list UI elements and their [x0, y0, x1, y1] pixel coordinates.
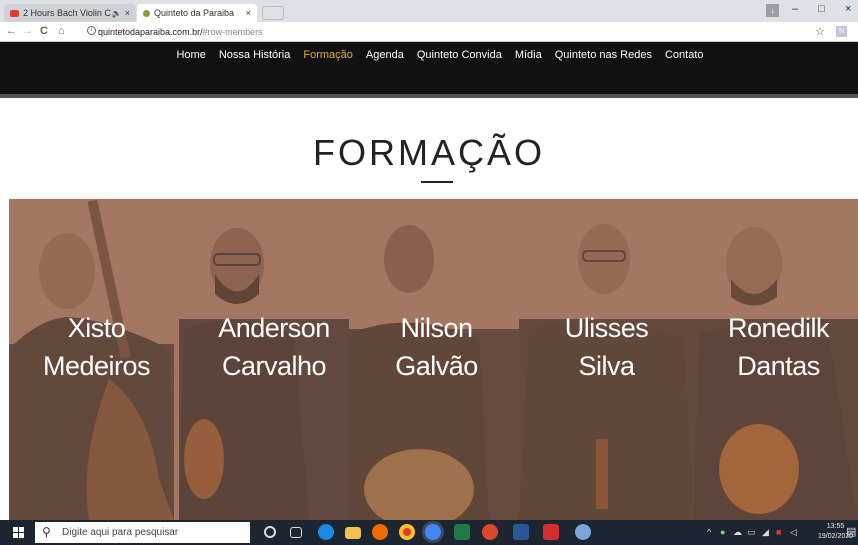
tray-network-app-icon[interactable]: ● — [720, 527, 725, 537]
address-bar: ← → C ⌂ i quintetodaparaiba.com.br/#row-… — [0, 22, 858, 42]
title-divider — [421, 181, 453, 183]
tab-label: 2 Hours Bach Violin C — [23, 8, 111, 18]
close-window-button[interactable]: × — [845, 3, 851, 15]
member-last-name: Galvão — [395, 351, 478, 381]
nav-quinteto-nas-redes[interactable]: Quinteto nas Redes — [555, 49, 652, 94]
maximize-button[interactable]: □ — [818, 3, 825, 15]
windows-taskbar: ⚲ Digite aqui para pesquisar ^ ● ☁ ▭ ◢ ■… — [0, 520, 858, 545]
search-placeholder: Digite aqui para pesquisar — [62, 527, 179, 538]
nav-contato[interactable]: Contato — [665, 49, 704, 94]
tray-chevron-icon[interactable]: ^ — [707, 527, 711, 537]
nav-nossa-historia[interactable]: Nossa História — [219, 49, 291, 94]
notifications-icon[interactable]: ▤ — [846, 525, 856, 538]
profile-icon[interactable]: ↓ — [766, 4, 779, 17]
browser-tab-bar: 2 Hours Bach Violin C 🔈 × Quinteto da Pa… — [0, 0, 858, 22]
battery-icon[interactable]: ▭ — [747, 527, 756, 538]
forward-icon[interactable]: → — [22, 25, 33, 37]
audio-icon[interactable]: 🔈 — [112, 9, 122, 18]
close-tab-icon[interactable]: × — [125, 8, 130, 18]
url-host: quintetodaparaiba.com.br/ — [98, 27, 203, 37]
close-tab-icon[interactable]: × — [246, 8, 251, 18]
tab-label: Quinteto da Paraiba — [154, 8, 235, 18]
nav-home[interactable]: Home — [176, 49, 205, 94]
nav-quinteto-convida[interactable]: Quinteto Convida — [417, 49, 502, 94]
chrome-alt-icon[interactable] — [425, 524, 441, 540]
member-last-name: Silva — [578, 351, 635, 381]
new-tab-button[interactable] — [262, 6, 284, 20]
nav-agenda[interactable]: Agenda — [366, 49, 404, 94]
file-explorer-icon[interactable] — [345, 527, 361, 539]
member-first-name: Nilson — [400, 313, 473, 343]
member-first-name: Xisto — [67, 313, 126, 343]
acrobat-icon[interactable] — [543, 524, 559, 540]
home-icon[interactable]: ⌂ — [58, 25, 65, 37]
member-last-name: Dantas — [737, 351, 820, 381]
excel-icon[interactable] — [454, 524, 470, 540]
chrome-icon[interactable] — [399, 524, 415, 540]
member-name[interactable]: Xisto Medeiros — [19, 309, 174, 385]
tab-quinteto[interactable]: Quinteto da Paraiba × — [137, 4, 257, 22]
page-title: FORMAÇÃO — [312, 132, 545, 173]
volume-icon[interactable]: ◁ — [790, 527, 797, 538]
onedrive-icon[interactable]: ☁ — [733, 527, 742, 538]
search-icon: ⚲ — [42, 525, 51, 539]
site-favicon-icon — [143, 9, 150, 17]
member-name[interactable]: Ronedilk Dantas — [699, 309, 858, 385]
paint-icon[interactable] — [575, 524, 591, 540]
edge-icon[interactable] — [318, 524, 334, 540]
task-view-icon[interactable] — [290, 527, 302, 538]
tab-bach-violin[interactable]: 2 Hours Bach Violin C 🔈 × — [4, 4, 136, 22]
member-last-name: Carvalho — [221, 351, 327, 381]
powerpoint-icon[interactable] — [482, 524, 498, 540]
word-icon[interactable] — [513, 524, 529, 540]
bookmark-star-icon[interactable]: ☆ — [815, 25, 825, 38]
member-name[interactable]: Nilson Galvão — [354, 309, 519, 385]
member-name[interactable]: Anderson Carvalho — [189, 309, 359, 385]
reload-icon[interactable]: C — [40, 25, 48, 37]
url-path: #row-members — [202, 27, 263, 37]
member-last-name: Medeiros — [42, 351, 151, 381]
members-section: Xisto Medeiros Anderson Carvalho Nilson … — [9, 199, 858, 520]
windows-start-icon[interactable] — [13, 527, 24, 538]
back-icon[interactable]: ← — [6, 25, 17, 37]
site-navbar: Home Nossa História Formação Agenda Quin… — [0, 42, 858, 98]
firefox-icon[interactable] — [372, 524, 388, 540]
member-name[interactable]: Ulisses Silva — [524, 309, 689, 385]
member-first-name: Ronedilk — [727, 313, 830, 343]
main-menu: Home Nossa História Formação Agenda Quin… — [0, 42, 858, 94]
nav-midia[interactable]: Mídia — [515, 49, 542, 94]
nav-formacao[interactable]: Formação — [303, 49, 353, 94]
antivirus-icon[interactable]: ■ — [776, 527, 781, 537]
youtube-icon — [10, 9, 19, 17]
extension-icon[interactable]: N — [836, 26, 847, 37]
wifi-icon[interactable]: ◢ — [762, 527, 769, 538]
member-first-name: Anderson — [218, 313, 330, 343]
info-icon[interactable]: i — [87, 26, 96, 35]
taskbar-search[interactable]: ⚲ Digite aqui para pesquisar — [35, 522, 250, 543]
member-first-name: Ulisses — [564, 313, 649, 343]
url-field[interactable]: quintetodaparaiba.com.br/#row-members — [98, 27, 263, 37]
minimize-button[interactable]: – — [792, 3, 798, 15]
cortana-icon[interactable] — [264, 526, 276, 538]
